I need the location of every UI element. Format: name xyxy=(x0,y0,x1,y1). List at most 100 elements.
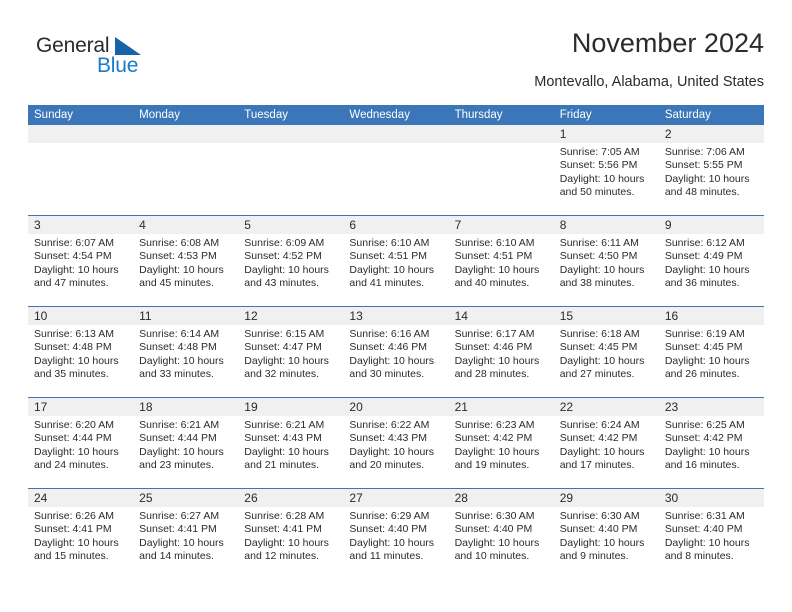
day-number: 22 xyxy=(553,398,659,416)
day-number: 30 xyxy=(658,489,764,507)
daylight-duration-line2: and 28 minutes. xyxy=(454,368,530,381)
calendar-day-cell[interactable]: 6 Sunrise: 6:10 AM Sunset: 4:51 PM Daylight… xyxy=(343,216,449,306)
sunrise-time: Sunrise: 6:22 AM xyxy=(349,419,430,431)
day-details: Sunrise: 6:10 AM Sunset: 4:51 PM Daylight:… xyxy=(449,234,554,291)
day-details: Sunrise: 6:12 AM Sunset: 4:49 PM Daylight:… xyxy=(659,234,764,291)
day-number: 20 xyxy=(343,398,449,416)
calendar-week-row: 24 Sunrise: 6:26 AM Sunset: 4:41 PM Dayligh… xyxy=(28,488,764,579)
day-details: Sunrise: 6:15 AM Sunset: 4:47 PM Daylight:… xyxy=(238,325,343,382)
day-details: Sunrise: 7:06 AM Sunset: 5:55 PM Daylight:… xyxy=(659,143,764,200)
day-number: 25 xyxy=(133,489,239,507)
day-details: Sunrise: 6:30 AM Sunset: 4:40 PM Daylight:… xyxy=(449,507,554,564)
daylight-duration-line1: Daylight: 10 hours xyxy=(34,354,119,367)
calendar-day-cell[interactable]: 23 Sunrise: 6:25 AM Sunset: 4:42 PM Dayligh… xyxy=(658,398,764,488)
daylight-duration-line1: Daylight: 10 hours xyxy=(244,354,329,367)
calendar-day-cell[interactable]: 19 Sunrise: 6:21 AM Sunset: 4:43 PM Dayligh… xyxy=(238,398,344,488)
day-details: Sunrise: 6:19 AM Sunset: 4:45 PM Daylight:… xyxy=(659,325,764,382)
day-number: 17 xyxy=(28,398,134,416)
calendar-day-cell[interactable]: 27 Sunrise: 6:29 AM Sunset: 4:40 PM Dayligh… xyxy=(343,489,449,579)
sunset-time: Sunset: 4:43 PM xyxy=(349,432,428,445)
calendar-day-cell[interactable]: 5 Sunrise: 6:09 AM Sunset: 4:52 PM Daylight… xyxy=(238,216,344,306)
calendar-day-cell[interactable]: 24 Sunrise: 6:26 AM Sunset: 4:41 PM Dayligh… xyxy=(28,489,134,579)
sunset-time: Sunset: 4:53 PM xyxy=(139,250,217,263)
day-details: Sunrise: 6:26 AM Sunset: 4:41 PM Daylight:… xyxy=(28,507,133,564)
calendar-day-cell[interactable]: 10 Sunrise: 6:13 AM Sunset: 4:48 PM Dayligh… xyxy=(28,307,134,397)
daylight-duration-line1: Daylight: 10 hours xyxy=(139,354,224,367)
calendar-day-cell[interactable]: 21 Sunrise: 6:23 AM Sunset: 4:42 PM Dayligh… xyxy=(448,398,554,488)
sunset-time: Sunset: 5:55 PM xyxy=(664,159,743,172)
sunrise-time: Sunrise: 6:09 AM xyxy=(244,237,325,249)
sunrise-time: Sunrise: 7:05 AM xyxy=(559,146,640,158)
sunset-time: Sunset: 4:46 PM xyxy=(454,341,533,354)
calendar-day-cell[interactable]: 25 Sunrise: 6:27 AM Sunset: 4:41 PM Dayligh… xyxy=(133,489,239,579)
sunrise-time: Sunrise: 6:21 AM xyxy=(244,419,325,431)
sunset-time: Sunset: 4:42 PM xyxy=(559,432,638,445)
sunset-time: Sunset: 4:51 PM xyxy=(454,250,533,263)
calendar-page: General Blue November 2024 Montevallo, A… xyxy=(0,0,792,612)
daylight-duration-line1: Daylight: 10 hours xyxy=(559,536,645,549)
sunrise-time: Sunrise: 6:20 AM xyxy=(34,419,114,431)
calendar-day-cell[interactable]: 12 Sunrise: 6:15 AM Sunset: 4:47 PM Dayligh… xyxy=(238,307,344,397)
daylight-duration-line1: Daylight: 10 hours xyxy=(349,263,435,276)
calendar-day-cell[interactable]: 15 Sunrise: 6:18 AM Sunset: 4:45 PM Dayligh… xyxy=(553,307,659,397)
sunrise-time: Sunrise: 6:15 AM xyxy=(244,328,325,340)
calendar-day-cell-empty xyxy=(133,125,239,215)
calendar-day-cell[interactable]: 4 Sunrise: 6:08 AM Sunset: 4:53 PM Daylight… xyxy=(133,216,239,306)
day-number: 9 xyxy=(658,216,764,234)
calendar-day-cell[interactable]: 26 Sunrise: 6:28 AM Sunset: 4:41 PM Dayligh… xyxy=(238,489,344,579)
calendar-day-cell[interactable]: 29 Sunrise: 6:30 AM Sunset: 4:40 PM Dayligh… xyxy=(553,489,659,579)
day-details: Sunrise: 6:29 AM Sunset: 4:40 PM Daylight:… xyxy=(343,507,448,564)
calendar-day-cell[interactable]: 1 Sunrise: 7:05 AM Sunset: 5:56 PM Daylight… xyxy=(553,125,659,215)
daylight-duration-line1: Daylight: 10 hours xyxy=(349,354,435,367)
calendar-day-cell[interactable]: 28 Sunrise: 6:30 AM Sunset: 4:40 PM Dayligh… xyxy=(448,489,554,579)
daylight-duration-line2: and 41 minutes. xyxy=(349,277,425,290)
day-details: Sunrise: 6:08 AM Sunset: 4:53 PM Daylight:… xyxy=(133,234,238,291)
calendar-day-cell[interactable]: 8 Sunrise: 6:11 AM Sunset: 4:50 PM Daylight… xyxy=(553,216,659,306)
daylight-duration-line2: and 15 minutes. xyxy=(34,550,109,563)
calendar-day-cell[interactable]: 20 Sunrise: 6:22 AM Sunset: 4:43 PM Dayligh… xyxy=(343,398,449,488)
calendar-day-cell[interactable]: 9 Sunrise: 6:12 AM Sunset: 4:49 PM Daylight… xyxy=(658,216,764,306)
calendar-day-cell[interactable]: 2 Sunrise: 7:06 AM Sunset: 5:55 PM Daylight… xyxy=(658,125,764,215)
daylight-duration-line2: and 26 minutes. xyxy=(664,368,740,381)
sunset-time: Sunset: 4:40 PM xyxy=(454,523,533,536)
daylight-duration-line1: Daylight: 10 hours xyxy=(244,536,329,549)
calendar-day-cell[interactable]: 16 Sunrise: 6:19 AM Sunset: 4:45 PM Dayligh… xyxy=(658,307,764,397)
calendar-day-cell[interactable]: 14 Sunrise: 6:17 AM Sunset: 4:46 PM Dayligh… xyxy=(448,307,554,397)
sunrise-time: Sunrise: 6:25 AM xyxy=(664,419,745,431)
sunrise-time: Sunrise: 6:07 AM xyxy=(34,237,114,249)
sunset-time: Sunset: 4:41 PM xyxy=(34,523,112,536)
day-number: 12 xyxy=(238,307,344,325)
daylight-duration-line2: and 16 minutes. xyxy=(664,459,740,472)
sunrise-time: Sunrise: 6:11 AM xyxy=(559,237,639,249)
daylight-duration-line2: and 32 minutes. xyxy=(244,368,319,381)
calendar-day-cell[interactable]: 13 Sunrise: 6:16 AM Sunset: 4:46 PM Dayligh… xyxy=(343,307,449,397)
daylight-duration-line1: Daylight: 10 hours xyxy=(454,263,540,276)
calendar-day-cell[interactable]: 30 Sunrise: 6:31 AM Sunset: 4:40 PM Dayligh… xyxy=(658,489,764,579)
calendar-day-cell[interactable]: 7 Sunrise: 6:10 AM Sunset: 4:51 PM Daylight… xyxy=(448,216,554,306)
sunset-time: Sunset: 4:45 PM xyxy=(664,341,743,354)
weekday-wednesday: Wednesday xyxy=(349,109,410,121)
weekday-thursday: Thursday xyxy=(454,109,503,121)
brand-logo[interactable]: General Blue xyxy=(36,34,216,90)
day-number: 15 xyxy=(553,307,659,325)
calendar-day-cell[interactable]: 22 Sunrise: 6:24 AM Sunset: 4:42 PM Dayligh… xyxy=(553,398,659,488)
sunrise-time: Sunrise: 7:06 AM xyxy=(664,146,745,158)
calendar-day-cell[interactable]: 18 Sunrise: 6:21 AM Sunset: 4:44 PM Dayligh… xyxy=(133,398,239,488)
daylight-duration-line2: and 23 minutes. xyxy=(139,459,214,472)
day-number xyxy=(133,125,239,143)
page-title: November 2024 xyxy=(571,28,764,58)
calendar-day-cell[interactable]: 11 Sunrise: 6:14 AM Sunset: 4:48 PM Dayligh… xyxy=(133,307,239,397)
sunrise-time: Sunrise: 6:18 AM xyxy=(559,328,640,340)
calendar-day-cell[interactable]: 3 Sunrise: 6:07 AM Sunset: 4:54 PM Daylight… xyxy=(28,216,134,306)
sunset-time: Sunset: 4:43 PM xyxy=(244,432,322,445)
day-number: 2 xyxy=(658,125,764,143)
daylight-duration-line2: and 17 minutes. xyxy=(559,459,635,472)
day-details: Sunrise: 7:05 AM Sunset: 5:56 PM Daylight:… xyxy=(554,143,659,200)
weekday-friday: Friday xyxy=(559,109,592,121)
calendar-day-cell[interactable]: 17 Sunrise: 6:20 AM Sunset: 4:44 PM Dayligh… xyxy=(28,398,134,488)
daylight-duration-line1: Daylight: 10 hours xyxy=(349,445,435,458)
daylight-duration-line2: and 9 minutes. xyxy=(559,550,629,563)
day-number: 19 xyxy=(238,398,344,416)
sunset-time: Sunset: 4:41 PM xyxy=(244,523,322,536)
daylight-duration-line2: and 19 minutes. xyxy=(454,459,530,472)
